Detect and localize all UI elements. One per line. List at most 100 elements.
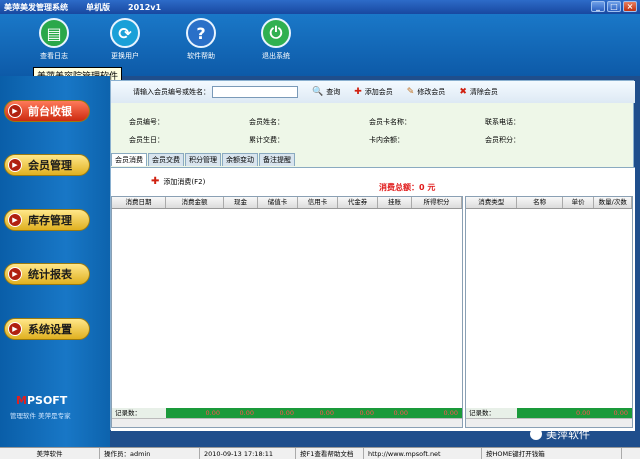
help-button[interactable]: ? 软件帮助 (173, 18, 229, 61)
tab-member-consume[interactable]: 会员消费 (111, 153, 147, 166)
column-header[interactable]: 消费日期 (112, 197, 166, 208)
balance-label: 卡内余额： (369, 136, 404, 144)
record-count-label: 记录数： (466, 408, 518, 418)
sidebar-item-label: 会员管理 (28, 159, 72, 172)
search-bar: 请输入会员编号或姓名： 🔍 查询 ✚ 添加会员 ✎ 修改会员 ✖ 清除会员 (111, 81, 635, 103)
switch-user-button[interactable]: ⟳ 更换用户 (97, 18, 153, 61)
column-header[interactable]: 所得积分 (412, 197, 462, 208)
horizontal-scrollbar[interactable] (112, 418, 462, 427)
member-info: 会员编号： 会员姓名： 会员卡名称： 联系电话： 会员生日： 累计交费： 卡内余… (111, 109, 635, 153)
brand-slogan: 管理软件 美萍是专家 (10, 412, 71, 420)
arrow-icon: ▶ (8, 267, 22, 281)
member-search-input[interactable] (212, 86, 298, 98)
column-header[interactable]: 名称 (517, 197, 563, 208)
footer-value: 0.00 (359, 409, 374, 417)
tab-notes[interactable]: 备注提醒 (259, 153, 295, 166)
search-icon: 🔍 (312, 87, 324, 97)
tab-member-payment[interactable]: 会员交费 (148, 153, 184, 166)
footer-value: 0.00 (393, 409, 408, 417)
status-url: http://www.mpsoft.net (364, 447, 482, 459)
switch-user-label: 更换用户 (111, 52, 139, 60)
card-name-label: 会员卡名称： (369, 118, 411, 126)
sidebar-item-label: 统计报表 (28, 268, 72, 281)
column-header[interactable]: 储值卡 (258, 197, 298, 208)
column-header[interactable]: 数量/次数 (594, 197, 632, 208)
total-spent-label: 累计交费： (249, 136, 284, 144)
column-header[interactable]: 消费类型 (466, 197, 518, 208)
brand-logo: MPSOFT (16, 394, 68, 407)
power-icon: ⏻ (261, 18, 291, 48)
footer-value: 0.00 (613, 409, 628, 417)
sidebar-item-reports[interactable]: ▶ 统计报表 (4, 263, 90, 285)
consume-panel: ✚ 添加消费(F2) 消费总额：0 元 消费日期 消费金额 现金 储值卡 信用卡… (111, 167, 635, 431)
edition-label: 单机版 (86, 2, 110, 12)
add-member-button[interactable]: ✚ 添加会员 (354, 87, 393, 97)
column-header[interactable]: 挂账 (378, 197, 412, 208)
birthday-label: 会员生日： (129, 136, 164, 144)
status-help: 按F1查看帮助文档 (296, 447, 364, 459)
chat-icon (530, 428, 542, 440)
status-bar: 美萍软件 操作员：admin 2010-09-13 17:18:11 按F1查看… (0, 447, 640, 459)
app-title: 美萍美发管理系统 (4, 2, 68, 12)
sidebar: ▶ 前台收银 ▶ 会员管理 ▶ 库存管理 ▶ 统计报表 ▶ 系统设置 (0, 76, 110, 447)
x-icon: ✖ (459, 87, 467, 97)
log-icon: ▤ (39, 18, 69, 48)
main-panel: 请输入会员编号或姓名： 🔍 查询 ✚ 添加会员 ✎ 修改会员 ✖ 清除会员 会员… (110, 80, 635, 431)
minimize-button[interactable]: _ (591, 1, 605, 12)
footer-value: 0.00 (443, 409, 458, 417)
sidebar-item-settings[interactable]: ▶ 系统设置 (4, 318, 90, 340)
table-header: 消费日期 消费金额 现金 储值卡 信用卡 代金券 挂账 所得积分 (112, 197, 462, 209)
add-consume-button[interactable]: ✚ 添加消费(F2) (151, 176, 205, 187)
close-button[interactable]: × (623, 1, 637, 12)
arrow-icon: ▶ (8, 158, 22, 172)
status-operator: 操作员：admin (100, 447, 200, 459)
column-header[interactable]: 现金 (224, 197, 258, 208)
tab-bar: 会员消费 会员交费 积分管理 余额变动 备注提醒 (111, 153, 296, 167)
consume-total: 消费总额：0 元 (379, 183, 436, 192)
sidebar-item-label: 前台收银 (28, 105, 72, 118)
tab-points[interactable]: 积分管理 (185, 153, 221, 166)
table-footer: 记录数： 0.00 0.00 (466, 408, 632, 418)
help-label: 软件帮助 (187, 52, 215, 60)
watermark: 美萍软件 (530, 426, 590, 442)
clear-member-button[interactable]: ✖ 清除会员 (459, 87, 498, 97)
edit-member-button[interactable]: ✎ 修改会员 (407, 87, 446, 97)
footer-value: 0.00 (575, 409, 591, 417)
view-log-label: 查看日志 (40, 52, 68, 60)
consume-items-table[interactable]: 消费类型 名称 单价 数量/次数 记录数： 0.00 0.00 (465, 196, 633, 428)
maximize-button[interactable]: □ (607, 1, 621, 12)
status-datetime: 2010-09-13 17:18:11 (200, 447, 296, 459)
exit-label: 退出系统 (262, 52, 290, 60)
plus-icon: ✚ (354, 87, 362, 97)
table-footer: 记录数： 0.00 0.00 0.00 0.00 0.00 0.00 0.00 (112, 408, 462, 418)
title-bar: 美萍美发管理系统 单机版 2012v1 _ □ × (0, 0, 640, 14)
search-label: 请输入会员编号或姓名： (133, 88, 210, 96)
exit-button[interactable]: ⏻ 退出系统 (248, 18, 304, 61)
footer-value: 0.00 (239, 409, 254, 417)
column-header[interactable]: 单价 (563, 197, 595, 208)
column-header[interactable]: 消费金额 (166, 197, 224, 208)
tab-balance-change[interactable]: 余额变动 (222, 153, 258, 166)
help-icon: ? (186, 18, 216, 48)
arrow-icon: ▶ (8, 322, 22, 336)
column-header[interactable]: 代金券 (338, 197, 378, 208)
sidebar-item-checkout[interactable]: ▶ 前台收银 (4, 100, 90, 122)
sidebar-item-inventory[interactable]: ▶ 库存管理 (4, 209, 90, 231)
arrow-icon: ▶ (8, 104, 22, 118)
footer-value: 0.00 (279, 409, 294, 417)
points-label: 会员积分： (485, 136, 520, 144)
phone-label: 联系电话： (485, 118, 520, 126)
status-cashbox: 按HOME键打开钱箱 (482, 447, 622, 459)
view-log-button[interactable]: ▤ 查看日志 (26, 18, 82, 61)
sidebar-item-members[interactable]: ▶ 会员管理 (4, 154, 90, 176)
column-header[interactable]: 信用卡 (298, 197, 338, 208)
pencil-icon: ✎ (406, 87, 415, 97)
member-id-label: 会员编号： (129, 118, 164, 126)
query-button[interactable]: 🔍 查询 (312, 87, 340, 97)
consume-records-table[interactable]: 消费日期 消费金额 现金 储值卡 信用卡 代金券 挂账 所得积分 记录数： 0.… (111, 196, 463, 428)
plus-icon: ✚ (151, 176, 160, 187)
footer-value: 0.00 (205, 409, 220, 417)
window-controls: _ □ × (591, 1, 637, 12)
sidebar-item-label: 库存管理 (28, 214, 72, 227)
status-app: 美萍软件 (0, 447, 100, 459)
